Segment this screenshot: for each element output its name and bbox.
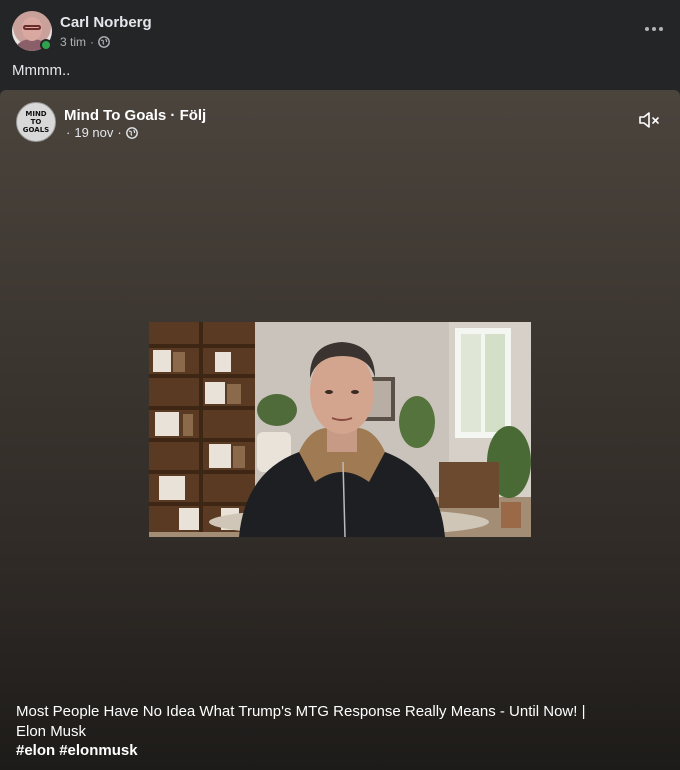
shared-video[interactable]: MIND TO GOALS Mind To Goals · Följ · 19 … [0,90,680,770]
hashtag[interactable]: #elonmusk [59,742,137,759]
follow-button[interactable]: Följ [180,107,207,124]
muted-speaker-icon[interactable] [638,110,662,130]
meta-separator: · [90,35,95,49]
post-header: Carl Norberg 3 tim · [0,0,680,60]
page-avatar-line1: MIND [25,110,47,118]
video-frame[interactable] [149,322,531,537]
page-avatar-line2: TO GOALS [22,118,50,134]
page-name[interactable]: Mind To Goals [64,107,166,124]
post-text: Mmmm.. [12,62,71,79]
author-name[interactable]: Carl Norberg [60,14,152,31]
video-caption: Most People Have No Idea What Trump's MT… [16,703,586,740]
meta-separator: · [66,125,71,140]
post-meta: 3 tim · [60,35,110,49]
meta-separator: · [117,125,122,140]
page-name-row: Mind To Goals · Följ [64,107,206,124]
page-avatar[interactable]: MIND TO GOALS [16,102,56,142]
page-post-date[interactable]: 19 nov [74,125,113,140]
hashtag[interactable]: #elon [16,742,55,759]
page-meta: · 19 nov · [66,125,138,140]
globe-icon[interactable] [125,126,138,139]
post-time[interactable]: 3 tim [60,35,86,49]
online-status-dot [40,39,52,51]
more-options-icon[interactable] [642,18,666,40]
globe-icon[interactable] [98,36,110,48]
follow-separator: · [170,107,176,124]
hashtag-list: #elon #elonmusk [16,742,138,759]
